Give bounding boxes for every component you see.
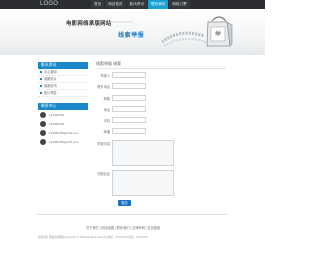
shopping-bag-icon: 举	[206, 16, 233, 47]
svg-text:举: 举	[215, 30, 221, 38]
textarea-2[interactable]	[112, 170, 174, 196]
textarea-label-1: 举报内容	[97, 142, 110, 146]
nav-item-2[interactable]: 网站首页	[105, 0, 126, 9]
form-divider	[96, 68, 226, 69]
field-label-6: 邮编	[103, 130, 110, 134]
sidebar-item-4[interactable]: 影片预告	[38, 90, 88, 97]
footer-copyright: 版权所有 网络承版网站 Copyright © 2014 All rights …	[38, 236, 149, 239]
field-label-1: 举报人	[100, 74, 110, 78]
field-input-1[interactable]	[112, 72, 146, 78]
footer-links[interactable]: 关于我们 | 网站地图 | 联系我们 | 法律声明 | 友情链接	[86, 225, 160, 230]
nav-item-3[interactable]: 影讯资讯	[126, 0, 147, 9]
nav-item-5[interactable]: 网络订票	[169, 0, 190, 9]
nav-item-1[interactable]: 首页	[91, 0, 105, 9]
form-title: 线索举报 线索	[96, 61, 122, 66]
field-input-2[interactable]	[112, 83, 146, 89]
field-label-4: 地址	[103, 108, 110, 112]
mail-icon	[40, 138, 46, 145]
textarea-label-2: 详细信息	[97, 172, 110, 176]
contact-row-3: 123456789@163.com	[38, 128, 88, 137]
site-logo[interactable]: LOGO	[40, 1, 58, 7]
banner-title: 电影网络承版网站	[66, 21, 112, 27]
contact-value-3: 123456789@163.com	[49, 130, 79, 135]
contact-value-1: 123456789	[49, 112, 65, 117]
submit-button[interactable]: 提交	[118, 200, 131, 206]
field-label-5: 手机	[103, 119, 110, 123]
field-input-3[interactable]	[112, 95, 146, 101]
contact-value-4: 123456789@163.com	[49, 139, 79, 144]
footer-divider	[36, 214, 228, 215]
email-icon	[40, 129, 46, 136]
sidebar-contact-title: 联系中心	[38, 103, 88, 110]
contact-row-4: 123456789@163.com	[38, 137, 88, 146]
field-input-5[interactable]	[112, 117, 146, 123]
field-input-4[interactable]	[112, 106, 146, 112]
phone-icon	[40, 111, 46, 118]
fax-icon	[40, 120, 46, 127]
field-input-6[interactable]	[112, 128, 146, 134]
textarea-1[interactable]	[112, 140, 174, 166]
nav-item-4-active[interactable]: 联系我们	[147, 0, 169, 9]
film-reel-graphic	[161, 31, 207, 47]
sidebar-item-2[interactable]: 最新影片	[38, 76, 88, 83]
contact-row-1: 123456789	[38, 110, 88, 119]
sidebar: 影讯资讯 中心新闻 最新影片 最新影讯 影片预告 联系中心 123456789 …	[38, 62, 88, 146]
sidebar-item-1[interactable]: 中心新闻	[38, 69, 88, 76]
contact-value-2: 123456789	[49, 121, 65, 126]
sidebar-item-3[interactable]: 最新影讯	[38, 83, 88, 90]
main-nav: 首页 网站首页 影讯资讯 联系我们 网络订票	[90, 0, 190, 9]
contact-row-2: 123456789	[38, 119, 88, 128]
sidebar-menu-title: 影讯资讯	[38, 62, 88, 69]
field-label-2: 联系电话	[97, 85, 110, 89]
field-label-3: 邮箱	[103, 97, 110, 101]
banner-subtitle: Cinema Movie	[110, 20, 133, 24]
banner-slogan: 线索举报	[118, 33, 145, 39]
